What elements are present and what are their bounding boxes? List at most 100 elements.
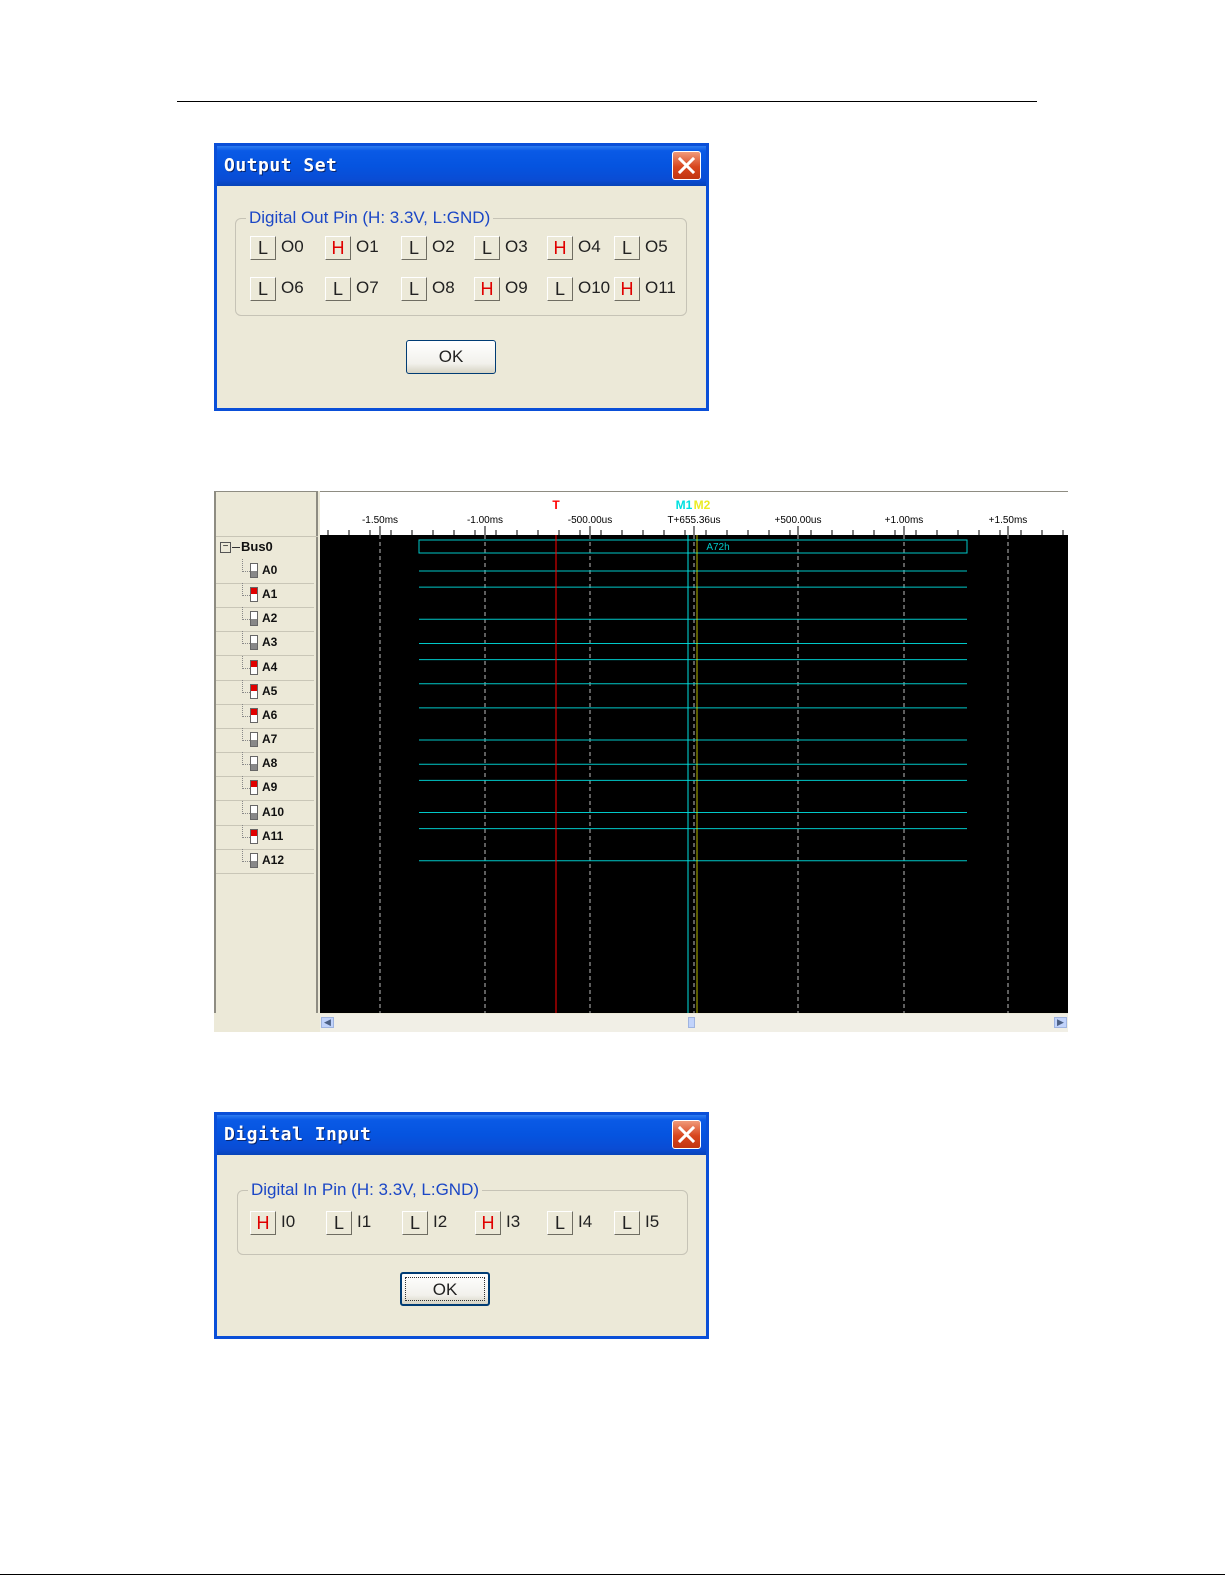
pin-label: O2 [432, 237, 455, 256]
pin-state-toggle[interactable]: H [614, 277, 640, 301]
channel-row[interactable]: A4 [216, 655, 314, 681]
group-label: Digital Out Pin (H: 3.3V, L:GND) [246, 208, 494, 228]
pin-label: I0 [281, 1212, 296, 1231]
channel-level-fill [251, 781, 257, 788]
pin-label: O1 [356, 237, 379, 256]
pin-state-toggle[interactable]: L [614, 236, 640, 260]
title-bar[interactable]: Digital Input [217, 1115, 706, 1155]
channel-level-icon [250, 852, 258, 868]
ok-button[interactable]: OK [400, 1272, 490, 1306]
channel-row[interactable]: A10 [216, 800, 314, 826]
ruler-canvas: -1.50ms -1.00ms -500.00us T+655.36us +500.00… [327, 498, 1064, 536]
group-label: Digital In Pin (H: 3.3V, L:GND) [248, 1180, 483, 1200]
scroll-left-icon[interactable]: ◀ [321, 1017, 334, 1028]
channel-level-icon [250, 780, 258, 796]
ruler-tick-label: +1.50ms [989, 515, 1028, 526]
pin-state-toggle[interactable]: L [547, 1211, 573, 1235]
pin-label: O9 [505, 278, 528, 297]
waveform-canvas: A72h [379, 535, 1009, 1013]
title-bar[interactable]: Output Set [217, 146, 706, 186]
ok-button[interactable]: OK [406, 340, 496, 374]
channel-level-icon [250, 756, 258, 772]
channel-name: A1 [262, 587, 278, 602]
output-set-dialog: Output Set Digital Out Pin (H: 3.3V, L:G… [214, 143, 709, 411]
channel-row[interactable]: A11 [216, 824, 314, 850]
pin-state-toggle[interactable]: H [474, 277, 500, 301]
channel-name: A9 [262, 780, 278, 795]
channel-row[interactable]: A8 [216, 752, 314, 778]
channel-level-fill [251, 619, 257, 626]
pin-label: O6 [281, 278, 304, 297]
scroll-thumb[interactable] [688, 1017, 695, 1028]
pin-label: O5 [645, 237, 668, 256]
waveform-plot[interactable]: A72h [320, 535, 1068, 1013]
channel-row[interactable]: A5 [216, 679, 314, 705]
pin-state-toggle[interactable]: H [547, 236, 573, 260]
channel-level-icon [250, 828, 258, 844]
digital-input-dialog: Digital Input Digital In Pin (H: 3.3V, L… [214, 1112, 709, 1339]
channel-level-fill [251, 764, 257, 771]
marker-1-label: M1 [676, 498, 693, 512]
channel-row[interactable]: A7 [216, 728, 314, 754]
pin-state-toggle[interactable]: L [326, 1211, 352, 1235]
close-button[interactable] [672, 151, 701, 180]
ruler-tick-label: -500.00us [568, 515, 612, 526]
pin-label: I2 [433, 1212, 448, 1231]
pin-state-toggle[interactable]: H [250, 1211, 276, 1235]
channel-level-icon [250, 563, 258, 578]
bus-row[interactable]: − Bus0 [220, 539, 273, 559]
trigger-marker-label: T [552, 498, 560, 512]
channel-name: A12 [262, 852, 285, 867]
pin-state-toggle[interactable]: H [475, 1211, 501, 1235]
channel-level-icon [250, 611, 258, 627]
channel-level-fill [251, 708, 257, 715]
pin-label: O8 [432, 278, 455, 297]
channel-row[interactable]: A6 [216, 703, 314, 729]
pin-state-toggle[interactable]: L [547, 277, 573, 301]
channel-row[interactable]: A9 [216, 776, 314, 802]
pin-label: O7 [356, 278, 379, 297]
channel-level-fill [251, 829, 257, 836]
scroll-right-icon[interactable]: ▶ [1054, 1017, 1067, 1028]
channel-name: A10 [262, 804, 285, 819]
bus-name: Bus0 [241, 539, 273, 554]
close-button[interactable] [672, 1120, 701, 1149]
pin-state-toggle[interactable]: L [250, 236, 276, 260]
pin-state-toggle[interactable]: L [401, 236, 427, 260]
pin-label: O0 [281, 237, 304, 256]
pin-state-toggle[interactable]: L [401, 277, 427, 301]
digital-out-group: Digital Out Pin (H: 3.3V, L:GND) L O0 H O1 L… [235, 208, 687, 316]
collapse-icon[interactable]: − [220, 542, 231, 554]
ruler-tick-label: -1.00ms [467, 515, 503, 526]
pin-state-toggle[interactable]: L [325, 277, 351, 301]
pin-state-toggle[interactable]: L [474, 236, 500, 260]
channel-name: A7 [262, 732, 278, 747]
channel-row[interactable]: A2 [216, 607, 314, 633]
channel-level-fill [251, 740, 257, 747]
channel-level-fill [251, 660, 257, 667]
pin-state-toggle[interactable]: L [402, 1211, 428, 1235]
ruler-tick-label: +500.00us [775, 515, 822, 526]
pin-state-toggle[interactable]: L [614, 1211, 640, 1235]
dialog-title: Output Set [224, 155, 338, 176]
pin-label: O11 [645, 278, 676, 297]
channel-level-fill [251, 643, 257, 650]
channel-row[interactable]: A12 [216, 848, 314, 874]
horizontal-scrollbar[interactable]: ◀ ▶ [320, 1014, 1068, 1032]
channel-name: A2 [262, 611, 278, 626]
pin-label: I1 [357, 1212, 372, 1231]
channel-row[interactable]: A3 [216, 631, 314, 657]
channel-row[interactable]: A1 [216, 583, 314, 609]
channel-level-icon [250, 732, 258, 748]
ruler-tick-label: T+655.36us [667, 515, 720, 526]
pin-label: O4 [578, 237, 601, 256]
time-ruler[interactable]: -1.50ms -1.00ms -500.00us T+655.36us +500.00… [320, 491, 1068, 536]
pin-state-toggle[interactable]: L [250, 277, 276, 301]
channel-level-fill [251, 684, 257, 691]
channel-list: − Bus0 A0 A1 A2 A3 A4 A5 A6 A7 A8 A9 A10 A11 A12 [214, 491, 318, 1013]
pin-label: O10 [578, 278, 611, 297]
pin-state-toggle[interactable]: H [325, 236, 351, 260]
channel-level-fill [251, 571, 257, 577]
channel-name: A8 [262, 756, 278, 771]
channel-row[interactable]: A0 [216, 559, 314, 584]
